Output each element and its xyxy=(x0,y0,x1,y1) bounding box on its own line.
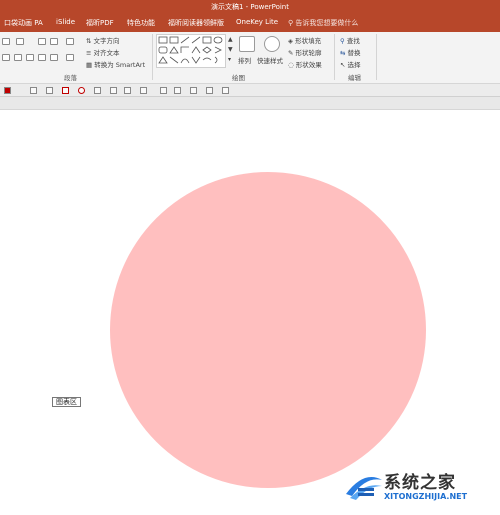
window-title: 演示文稿1 - PowerPoint xyxy=(211,3,289,11)
picture-icon[interactable] xyxy=(110,87,117,94)
text-direction-icon: ⇅ xyxy=(86,37,92,45)
group-separator xyxy=(334,34,335,80)
shape-icon[interactable] xyxy=(140,87,147,94)
shape-effects-button[interactable]: ◌ 形状效果 xyxy=(288,59,322,69)
align-text-icon: ≡ xyxy=(86,49,92,57)
tab-foxit-pdf[interactable]: 福昕PDF xyxy=(86,18,114,28)
convert-smartart-label: 转换为 SmartArt xyxy=(94,61,146,69)
title-bar: 演示文稿1 - PowerPoint xyxy=(0,0,500,14)
cursor-icon: ↖ xyxy=(340,61,346,69)
bullets-icon[interactable] xyxy=(2,38,10,45)
convert-smartart-button[interactable]: ▦ 转换为 SmartArt xyxy=(86,59,145,69)
find-button[interactable]: ⚲ 查找 xyxy=(340,35,360,45)
arrange-icon[interactable] xyxy=(239,36,255,52)
align-left-icon[interactable] xyxy=(2,54,10,61)
replace-button[interactable]: ⇆ 替换 xyxy=(340,47,361,57)
watermark: 系统之家 XITONGZHIJIA.NET xyxy=(344,466,500,510)
text-direction-label: 文字方向 xyxy=(93,37,120,45)
shape-outline-label: 形状轮廓 xyxy=(295,49,322,57)
tell-me-box[interactable]: ⚲ 告诉我您想要做什么 xyxy=(288,18,358,28)
select-button[interactable]: ↖ 选择 xyxy=(340,59,361,69)
shapes-gallery-icons xyxy=(158,36,223,64)
pin-icon[interactable] xyxy=(160,87,167,94)
grid-icon[interactable] xyxy=(190,87,197,94)
slide-canvas[interactable]: 图表区 xyxy=(0,110,500,515)
quick-styles-label[interactable]: 快速样式 xyxy=(257,55,283,65)
tab-foxit-reader[interactable]: 福昕阅读器领鲜版 xyxy=(168,18,224,28)
chart-area-tooltip: 图表区 xyxy=(52,397,81,407)
columns-icon[interactable] xyxy=(66,54,74,61)
line-spacing-icon[interactable] xyxy=(66,38,74,45)
pen-icon: ✎ xyxy=(288,49,294,57)
align-text-button[interactable]: ≡ 对齐文本 xyxy=(86,47,120,57)
lightbulb-icon: ⚲ xyxy=(288,19,294,27)
color-swatch-icon[interactable] xyxy=(4,87,11,94)
image-icon[interactable] xyxy=(124,87,131,94)
tab-islide[interactable]: iSlide xyxy=(56,18,75,26)
quick-toolbar xyxy=(0,84,500,97)
watermark-url: XITONGZHIJIA.NET xyxy=(384,492,468,501)
paragraph-group-label: 段落 xyxy=(64,74,77,82)
ribbon-tabs: 口袋动画 PA iSlide 福昕PDF 特色功能 福昕阅读器领鲜版 OneKe… xyxy=(0,14,500,32)
ribbon: ⇅ 文字方向 ≡ 对齐文本 ▦ 转换为 SmartArt 段落 ▲ ▼ ▾ 排列… xyxy=(0,32,500,84)
find-label: 查找 xyxy=(346,37,360,45)
slide-icon[interactable] xyxy=(94,87,101,94)
shape-effects-label: 形状效果 xyxy=(295,61,322,69)
arrange-label[interactable]: 排列 xyxy=(238,55,251,65)
justify-icon[interactable] xyxy=(38,54,46,61)
paint-bucket-icon: ◈ xyxy=(288,37,293,45)
replace-icon: ⇆ xyxy=(340,49,346,57)
tab-onekey-lite[interactable]: OneKey Lite xyxy=(236,18,278,26)
select-label: 选择 xyxy=(347,61,361,69)
replace-label: 替换 xyxy=(347,49,361,57)
align-center-icon[interactable] xyxy=(14,54,22,61)
effects-icon: ◌ xyxy=(288,61,294,69)
decrease-indent-icon[interactable] xyxy=(38,38,46,45)
layout-icon[interactable] xyxy=(174,87,181,94)
shape-fill-button[interactable]: ◈ 形状填充 xyxy=(288,35,321,45)
quick-styles-icon[interactable] xyxy=(264,36,280,52)
tab-special-features[interactable]: 特色功能 xyxy=(127,18,155,28)
watermark-logo-icon xyxy=(346,477,382,500)
copy-icon[interactable] xyxy=(46,87,53,94)
numbering-icon[interactable] xyxy=(16,38,24,45)
align-text-label: 对齐文本 xyxy=(93,49,120,57)
distributed-icon[interactable] xyxy=(50,54,58,61)
text-direction-button[interactable]: ⇅ 文字方向 xyxy=(86,35,120,45)
gallery-scroll-up-icon[interactable]: ▲ xyxy=(228,36,233,43)
pie-chart-slice[interactable] xyxy=(110,172,426,488)
align-right-icon[interactable] xyxy=(26,54,34,61)
shapes-gallery[interactable] xyxy=(156,34,226,68)
drawing-group-label: 绘图 xyxy=(232,74,245,82)
search-icon: ⚲ xyxy=(340,37,345,45)
increase-indent-icon[interactable] xyxy=(50,38,58,45)
ruler xyxy=(0,97,500,110)
crop-icon[interactable] xyxy=(222,87,229,94)
shape-outline-button[interactable]: ✎ 形状轮廓 xyxy=(288,47,322,57)
format-painter-icon[interactable] xyxy=(30,87,37,94)
shape-fill-label: 形状填充 xyxy=(295,37,322,45)
gallery-scroll-down-icon[interactable]: ▼ xyxy=(228,46,233,53)
table-icon[interactable] xyxy=(206,87,213,94)
tab-pocket-animation[interactable]: 口袋动画 PA xyxy=(4,18,43,28)
tell-me-label: 告诉我您想要做什么 xyxy=(295,19,359,27)
record-icon[interactable] xyxy=(62,87,69,94)
editing-group-label: 编辑 xyxy=(348,74,361,82)
group-separator xyxy=(376,34,377,80)
watermark-title: 系统之家 xyxy=(384,473,456,493)
smartart-icon: ▦ xyxy=(86,61,93,69)
gallery-more-icon[interactable]: ▾ xyxy=(228,56,231,63)
stop-icon[interactable] xyxy=(78,87,85,94)
group-separator xyxy=(152,34,153,80)
